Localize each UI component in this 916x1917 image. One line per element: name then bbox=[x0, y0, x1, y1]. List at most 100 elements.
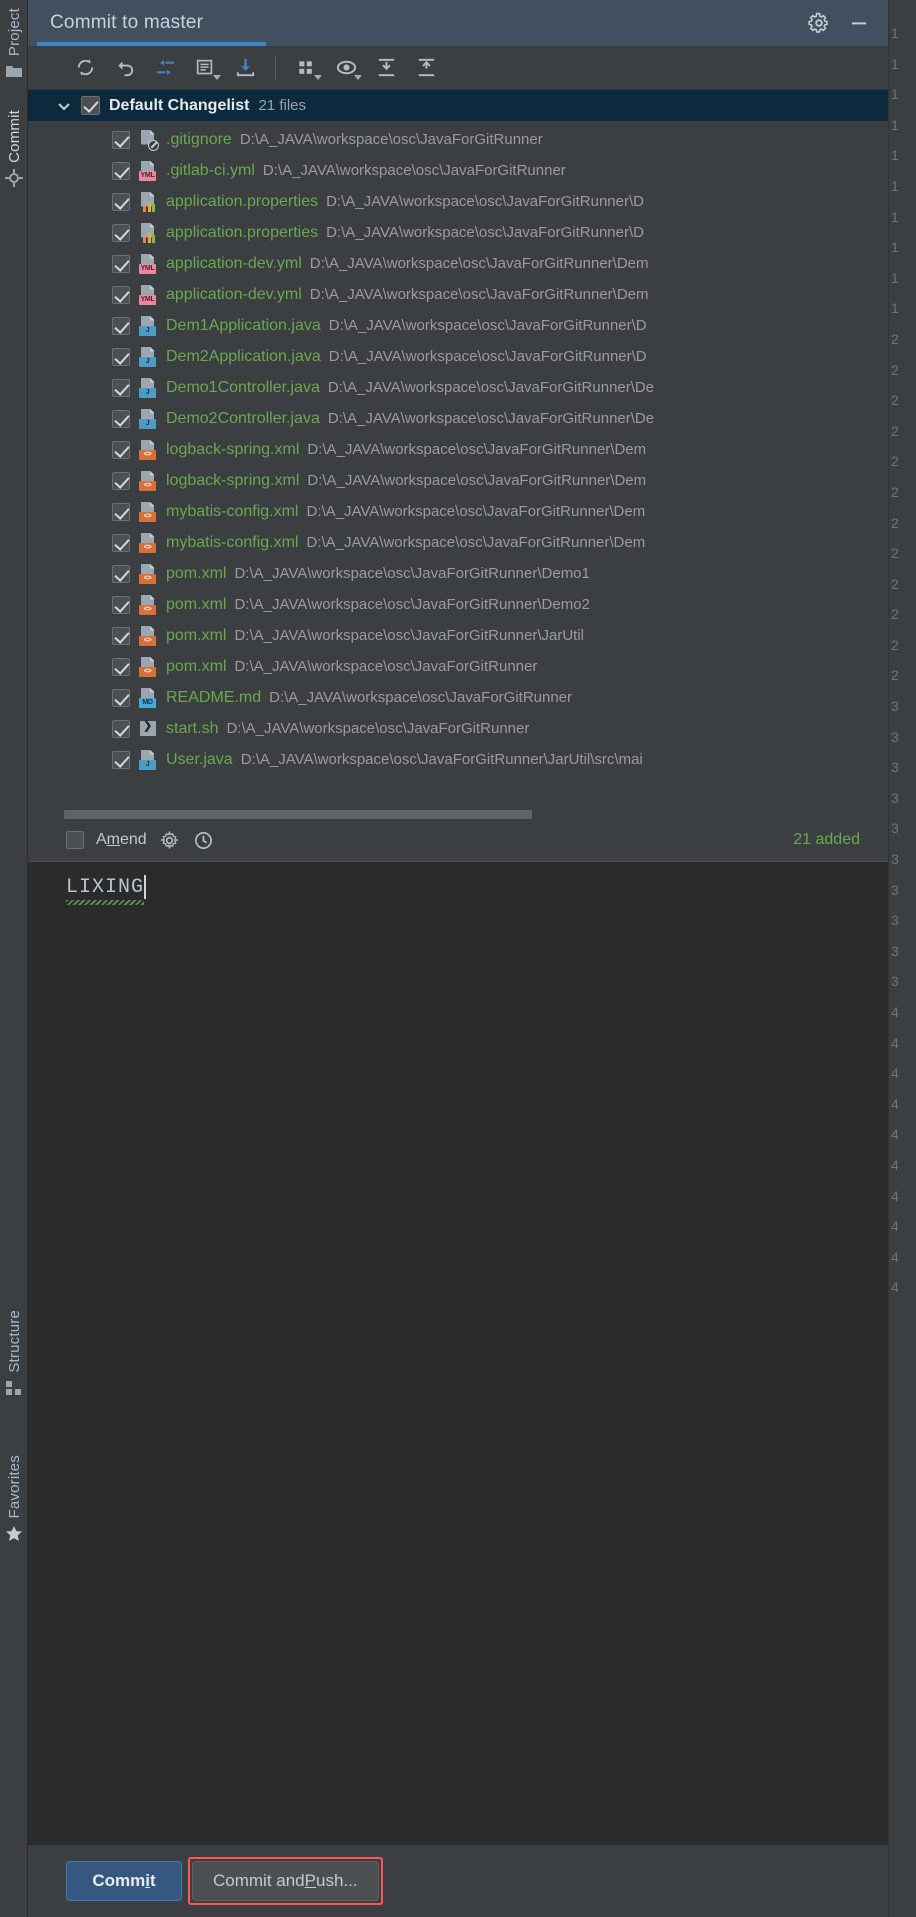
file-row[interactable]: application.properties D:\A_JAVA\workspac… bbox=[28, 186, 888, 217]
yml-file-icon: YML bbox=[138, 253, 158, 274]
amend-label: Amend bbox=[96, 831, 147, 848]
file-row[interactable]: <> mybatis-config.xml D:\A_JAVA\workspace\… bbox=[28, 527, 888, 558]
minimize-icon[interactable] bbox=[846, 10, 872, 36]
file-row[interactable]: J User.java D:\A_JAVA\workspace\osc\JavaFo… bbox=[28, 744, 888, 775]
xml-file-icon: <> bbox=[138, 470, 158, 491]
file-checkbox[interactable] bbox=[112, 254, 130, 273]
changelist-file-count: 21 files bbox=[258, 97, 306, 114]
refresh-changes-icon[interactable] bbox=[66, 51, 104, 85]
commit-button[interactable]: Comm i t bbox=[66, 1861, 182, 1901]
changed-files-list[interactable]: .gitignore D:\A_JAVA\workspace\osc\JavaFo… bbox=[28, 121, 888, 809]
java-file-icon: J bbox=[138, 408, 158, 429]
toolbar-separator bbox=[275, 56, 276, 79]
file-checkbox[interactable] bbox=[112, 471, 130, 490]
amend-checkbox[interactable] bbox=[66, 831, 84, 849]
file-row[interactable]: YML application-dev.yml D:\A_JAVA\workspac… bbox=[28, 248, 888, 279]
chevron-down-icon[interactable] bbox=[56, 98, 72, 114]
show-diff-icon[interactable] bbox=[186, 51, 224, 85]
file-checkbox[interactable] bbox=[112, 750, 130, 769]
file-checkbox[interactable] bbox=[112, 161, 130, 180]
file-row[interactable]: <> pom.xml D:\A_JAVA\workspace\osc\JavaFor… bbox=[28, 620, 888, 651]
line-number: 4 bbox=[891, 1187, 899, 1204]
file-row[interactable]: <> logback-spring.xml D:\A_JAVA\workspace\… bbox=[28, 434, 888, 465]
file-row[interactable]: <> logback-spring.xml D:\A_JAVA\workspace\… bbox=[28, 465, 888, 496]
line-number: 3 bbox=[891, 881, 899, 898]
line-number: 3 bbox=[891, 759, 899, 776]
file-checkbox[interactable] bbox=[112, 192, 130, 211]
file-row[interactable]: J Demo1Controller.java D:\A_JAVA\workspace… bbox=[28, 372, 888, 403]
group-by-icon[interactable] bbox=[287, 51, 325, 85]
file-row[interactable]: <> pom.xml D:\A_JAVA\workspace\osc\JavaFor… bbox=[28, 589, 888, 620]
rail-item-commit[interactable]: Commit bbox=[0, 110, 28, 193]
line-number: 3 bbox=[891, 942, 899, 959]
file-checkbox[interactable] bbox=[112, 409, 130, 428]
xml-file-icon: <> bbox=[138, 656, 158, 677]
file-checkbox[interactable] bbox=[112, 502, 130, 521]
md-file-icon: MD bbox=[138, 687, 158, 708]
rail-item-project[interactable]: Project bbox=[0, 8, 28, 86]
file-row[interactable]: <> mybatis-config.xml D:\A_JAVA\workspace\… bbox=[28, 496, 888, 527]
file-row[interactable]: J Dem2Application.java D:\A_JAVA\workspace… bbox=[28, 341, 888, 372]
file-checkbox[interactable] bbox=[112, 347, 130, 366]
commit-options-gear-icon[interactable] bbox=[159, 829, 181, 851]
commit-and-push-focus-ring: Commit and Push... bbox=[188, 1857, 383, 1905]
file-name: pom.xml bbox=[166, 595, 227, 613]
file-checkbox[interactable] bbox=[112, 595, 130, 614]
xml-file-icon: <> bbox=[138, 594, 158, 615]
line-number: 2 bbox=[891, 361, 899, 378]
file-path: D:\A_JAVA\workspace\osc\JavaForGitRunner… bbox=[309, 255, 649, 272]
file-name: application-dev.yml bbox=[166, 285, 302, 303]
file-name: Dem1Application.java bbox=[166, 316, 321, 334]
file-list-hscrollbar[interactable] bbox=[28, 809, 888, 819]
rail-item-structure[interactable]: Structure bbox=[0, 1310, 28, 1403]
file-row[interactable]: <> pom.xml D:\A_JAVA\workspace\osc\JavaFor… bbox=[28, 558, 888, 589]
file-row[interactable]: J Dem1Application.java D:\A_JAVA\workspace… bbox=[28, 310, 888, 341]
file-row[interactable]: YML application-dev.yml D:\A_JAVA\workspac… bbox=[28, 279, 888, 310]
java-file-icon: J bbox=[138, 749, 158, 770]
collapse-all-icon[interactable] bbox=[407, 51, 445, 85]
commit-dialog: Project Commit Structure Favorites Commi… bbox=[0, 0, 916, 1917]
file-checkbox[interactable] bbox=[112, 440, 130, 459]
file-row[interactable]: YML .gitlab-ci.yml D:\A_JAVA\workspace\osc… bbox=[28, 155, 888, 186]
file-row[interactable]: <> pom.xml D:\A_JAVA\workspace\osc\JavaFor… bbox=[28, 651, 888, 682]
xml-file-icon: <> bbox=[138, 439, 158, 460]
file-checkbox[interactable] bbox=[112, 223, 130, 242]
file-row[interactable]: start.sh D:\A_JAVA\workspace\osc\JavaForG… bbox=[28, 713, 888, 744]
file-checkbox[interactable] bbox=[112, 657, 130, 676]
file-checkbox[interactable] bbox=[112, 130, 130, 149]
rail-item-favorites[interactable]: Favorites bbox=[0, 1455, 28, 1549]
line-number: 1 bbox=[891, 25, 899, 41]
commit-and-push-button[interactable]: Commit and Push... bbox=[192, 1861, 379, 1901]
file-name: logback-spring.xml bbox=[166, 440, 300, 458]
line-number: 2 bbox=[891, 606, 899, 623]
commit-message-text[interactable]: LIXING bbox=[66, 875, 147, 899]
file-row[interactable]: .gitignore D:\A_JAVA\workspace\osc\JavaFo… bbox=[28, 124, 888, 155]
line-number: 3 bbox=[891, 698, 899, 715]
file-path: D:\A_JAVA\workspace\osc\JavaForGitRunner… bbox=[234, 565, 590, 582]
move-to-another-changelist-icon[interactable] bbox=[146, 51, 184, 85]
rollback-icon[interactable] bbox=[106, 51, 144, 85]
commit-message-editor[interactable]: LIXING bbox=[28, 861, 888, 1845]
file-checkbox[interactable] bbox=[112, 719, 130, 738]
line-number: 2 bbox=[891, 636, 899, 653]
file-row[interactable]: J Demo2Controller.java D:\A_JAVA\workspace… bbox=[28, 403, 888, 434]
file-checkbox[interactable] bbox=[112, 285, 130, 304]
changelist-header-row[interactable]: Default Changelist 21 files bbox=[28, 90, 888, 121]
update-project-icon[interactable] bbox=[226, 51, 264, 85]
commit-history-clock-icon[interactable] bbox=[193, 829, 215, 851]
line-number: 4 bbox=[891, 1095, 899, 1112]
file-row[interactable]: MD README.md D:\A_JAVA\workspace\osc\JavaF… bbox=[28, 682, 888, 713]
file-list-hscrollbar-thumb[interactable] bbox=[64, 810, 532, 819]
gear-icon[interactable] bbox=[806, 10, 832, 36]
file-checkbox[interactable] bbox=[112, 688, 130, 707]
file-checkbox[interactable] bbox=[112, 533, 130, 552]
file-row[interactable]: application.properties D:\A_JAVA\workspac… bbox=[28, 217, 888, 248]
expand-all-icon[interactable] bbox=[367, 51, 405, 85]
file-checkbox[interactable] bbox=[112, 626, 130, 645]
file-checkbox[interactable] bbox=[112, 564, 130, 583]
structure-icon bbox=[5, 1379, 23, 1397]
file-checkbox[interactable] bbox=[112, 316, 130, 335]
file-checkbox[interactable] bbox=[112, 378, 130, 397]
preview-diff-icon[interactable] bbox=[327, 51, 365, 85]
changelist-checkbox[interactable] bbox=[81, 96, 100, 115]
